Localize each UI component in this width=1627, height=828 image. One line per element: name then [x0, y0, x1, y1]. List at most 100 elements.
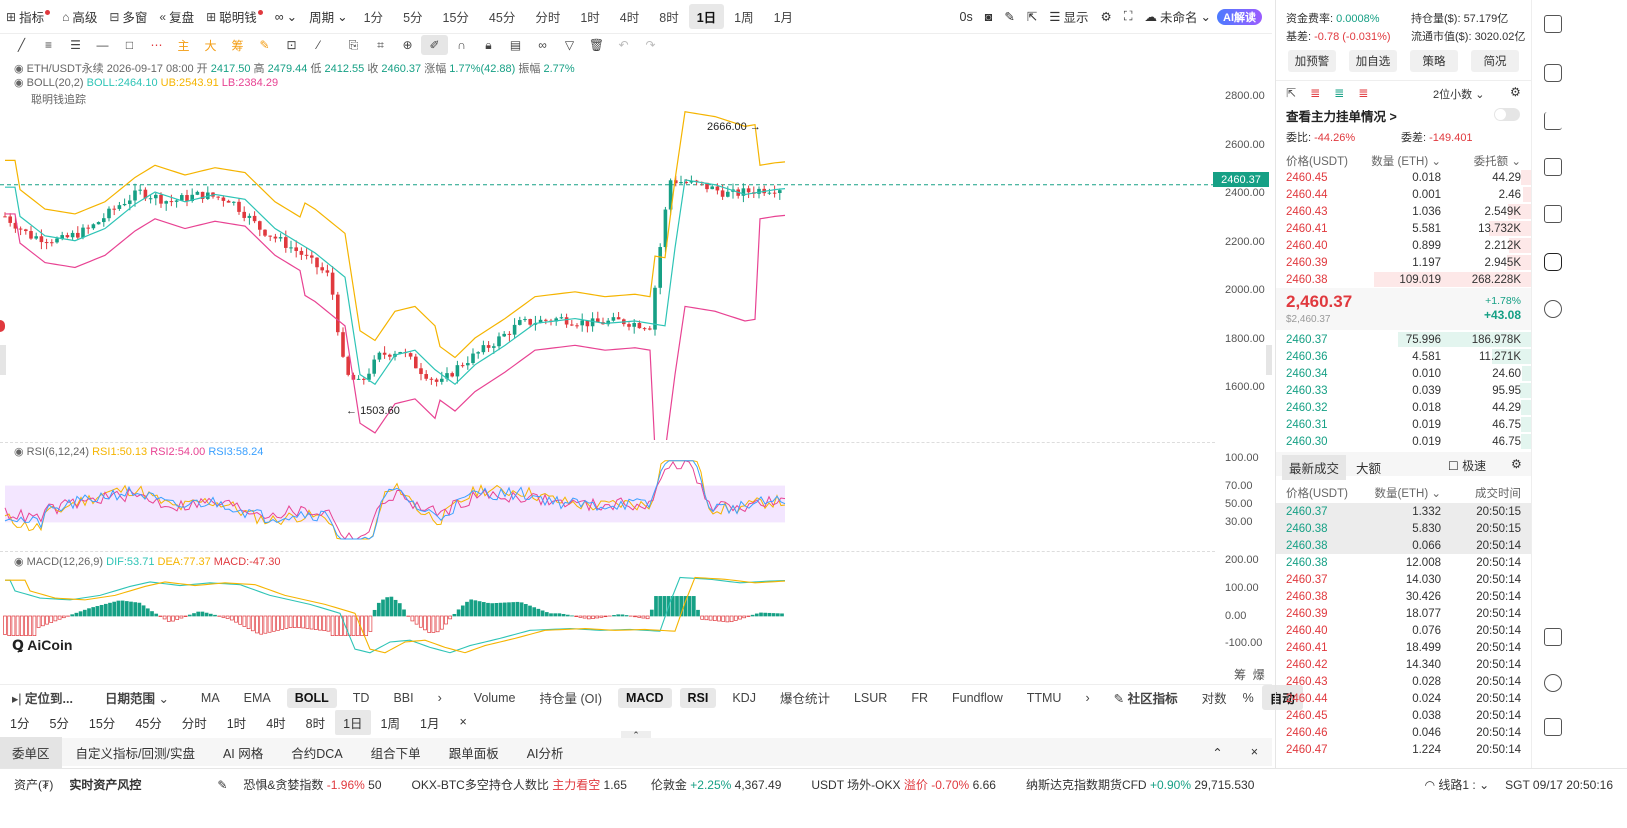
candlestick-chart[interactable]	[0, 100, 1215, 440]
decimals-dropdown[interactable]: 2位小数 ⌄	[1433, 86, 1484, 102]
big-tool[interactable]: 大	[197, 35, 224, 55]
trash-icon[interactable]: 🗑︎	[583, 35, 610, 55]
orderbook-row[interactable]: 2460.34 0.010 24.60	[1276, 365, 1531, 382]
timeframe-0[interactable]: 1分	[354, 7, 393, 26]
crop-tool-icon[interactable]: ⊡	[278, 35, 305, 55]
date-range-dropdown[interactable]: 日期范围 ⌄	[93, 688, 181, 707]
community-indicator-button[interactable]: ✎ 社区指标	[1102, 688, 1190, 707]
strategy-button[interactable]: 策略	[1410, 50, 1458, 72]
long-short-ticker[interactable]: OKX-BTC多空持仓人数比 主力看空 1.65	[404, 776, 635, 793]
tf-bottom-3[interactable]: 45分	[125, 713, 171, 732]
book-both-icon[interactable]: ≣	[1310, 86, 1320, 100]
rsi-chart[interactable]	[0, 458, 1215, 550]
assets-link[interactable]: 资产(₮)	[0, 776, 61, 793]
advanced-button[interactable]: ⌂ 高级	[56, 7, 103, 26]
layout-dropdown[interactable]: ☁ 未命名 ⌄	[1139, 7, 1218, 26]
main-tool[interactable]: 主	[170, 35, 197, 55]
camera-icon[interactable]: ◙	[979, 10, 999, 24]
pen-icon[interactable]: ✎	[998, 9, 1020, 24]
book-ask-icon[interactable]: ≣	[1358, 86, 1368, 100]
tab-1[interactable]: 自定义指标/回测/实盘	[62, 743, 209, 762]
channel-tool-icon[interactable]: ☰	[62, 35, 89, 55]
sub-indicator-8[interactable]: Fundflow	[940, 691, 1015, 705]
sub-indicator-0[interactable]: Volume	[462, 691, 528, 705]
main-orders-toggle[interactable]	[1494, 108, 1520, 121]
display-button[interactable]: ☰ 显示	[1043, 7, 1094, 26]
chevron-right-icon[interactable]: ›	[426, 691, 454, 705]
orderbook-row[interactable]: 2460.37 75.996 186.978K	[1276, 331, 1531, 348]
eye-icon[interactable]: ◉	[14, 77, 24, 89]
line-tool-icon[interactable]: ╱	[8, 35, 35, 55]
eye-icon[interactable]: ◉	[14, 446, 24, 458]
eye-icon[interactable]: ◉	[14, 63, 24, 75]
edit-icon[interactable]: ✎	[209, 778, 235, 792]
ai-read-button[interactable]: AI解读	[1217, 8, 1262, 25]
clipboard-icon[interactable]: ⎘	[340, 35, 367, 55]
timeframe-8[interactable]: 1日	[688, 4, 725, 29]
right-collapse-handle[interactable]	[1266, 345, 1272, 375]
dots-tool-icon[interactable]: ⋯	[143, 35, 170, 55]
swap-icon[interactable]	[1544, 300, 1562, 318]
multi-window-button[interactable]: ⊟ 多窗	[103, 7, 153, 26]
orderbook-row[interactable]: 2460.32 0.018 44.29	[1276, 399, 1531, 416]
amount-header[interactable]: 委托额 ⌄	[1474, 153, 1521, 169]
settings-gear-icon[interactable]: ⚙	[1510, 85, 1521, 99]
timeframe-6[interactable]: 4时	[610, 7, 649, 26]
log-scale-button[interactable]: 对数	[1190, 688, 1239, 707]
orderbook-row[interactable]: 2460.41 5.581 13.732K	[1276, 220, 1531, 237]
export-icon[interactable]: ⇱	[1021, 9, 1043, 24]
timeframe-10[interactable]: 1月	[764, 7, 803, 26]
orderbook-row[interactable]: 2460.30 0.019 46.75	[1276, 433, 1531, 450]
fear-greed-ticker[interactable]: 恐惧&贪婪指数 -1.96% 50	[235, 776, 389, 793]
main-indicator-td[interactable]: TD	[341, 691, 382, 705]
macd-chart[interactable]	[0, 568, 1215, 668]
settings-gear-icon[interactable]: ⚙	[1511, 457, 1522, 471]
pane-divider[interactable]	[0, 442, 1215, 443]
main-indicator-boll[interactable]: BOLL	[286, 687, 337, 708]
percent-scale-button[interactable]: %	[1239, 691, 1258, 705]
calculator-icon[interactable]	[1544, 628, 1562, 646]
tf-bottom-2[interactable]: 15分	[79, 713, 125, 732]
indicator-button[interactable]: ⊞ 指标	[0, 7, 56, 26]
undo-icon[interactable]: ↶	[610, 35, 637, 55]
sub-indicator-1[interactable]: 持仓量 (OI)	[528, 688, 615, 707]
timeframe-5[interactable]: 1时	[570, 7, 609, 26]
main-indicator-ma[interactable]: MA	[189, 691, 232, 705]
tf-bottom-6[interactable]: 4时	[256, 713, 295, 732]
edit-tool-icon[interactable]: ✎	[251, 35, 278, 55]
nasdaq-ticker[interactable]: 纳斯达克指数期货CFD +0.90% 29,715.530	[1018, 776, 1262, 793]
locate-button[interactable]: ▸| 定位到...	[0, 688, 85, 707]
large-trades-tab[interactable]: 大额	[1356, 458, 1381, 477]
filter-icon[interactable]: ▽	[556, 35, 583, 55]
latest-trades-tab[interactable]: 最新成交	[1282, 455, 1347, 480]
orderbook-row[interactable]: 2460.36 4.581 11.271K	[1276, 348, 1531, 365]
chip-tool[interactable]: 筹	[224, 35, 251, 55]
qty-header[interactable]: 数量 (ETH) ⌄	[1371, 153, 1441, 169]
headset-icon[interactable]	[1544, 674, 1562, 692]
analytics-icon[interactable]	[1544, 158, 1562, 176]
tab-3[interactable]: 合约DCA	[277, 743, 356, 762]
export-icon[interactable]	[1544, 64, 1562, 82]
hline-tool-icon[interactable]: —	[89, 35, 116, 55]
pane-divider[interactable]	[0, 551, 1215, 552]
chip-burst-labels[interactable]: 筹 爆	[1234, 666, 1265, 683]
tab-6[interactable]: AI分析	[513, 743, 578, 762]
timeframe-4[interactable]: 分时	[525, 7, 570, 26]
close-icon[interactable]: ×	[1237, 745, 1272, 759]
sub-indicator-2[interactable]: MACD	[618, 687, 672, 708]
network-line[interactable]: ◠ 线路1 : ⌄	[1417, 776, 1498, 793]
ruler-icon[interactable]: ⌗	[367, 35, 394, 55]
sub-indicator-6[interactable]: LSUR	[842, 691, 899, 705]
tf-bottom-8[interactable]: 1日	[335, 709, 371, 735]
tab-5[interactable]: 跟单面板	[435, 743, 513, 762]
tab-0[interactable]: 委单区	[0, 736, 62, 768]
orderbook-row[interactable]: 2460.45 0.018 44.29	[1276, 169, 1531, 186]
add-favorite-button[interactable]: 加自选	[1349, 50, 1397, 72]
link-icon[interactable]: ∞	[529, 35, 556, 55]
timeframe-2[interactable]: 15分	[433, 7, 479, 26]
usdt-otc-ticker[interactable]: USDT 场外-OKX 溢价 -0.70% 6.66	[803, 776, 1004, 793]
orderbook-row[interactable]: 2460.43 1.036 2.549K	[1276, 203, 1531, 220]
sub-indicator-4[interactable]: KDJ	[720, 691, 768, 705]
period-dropdown[interactable]: 周期 ⌄	[303, 7, 354, 26]
timeframe-1[interactable]: 5分	[393, 7, 432, 26]
